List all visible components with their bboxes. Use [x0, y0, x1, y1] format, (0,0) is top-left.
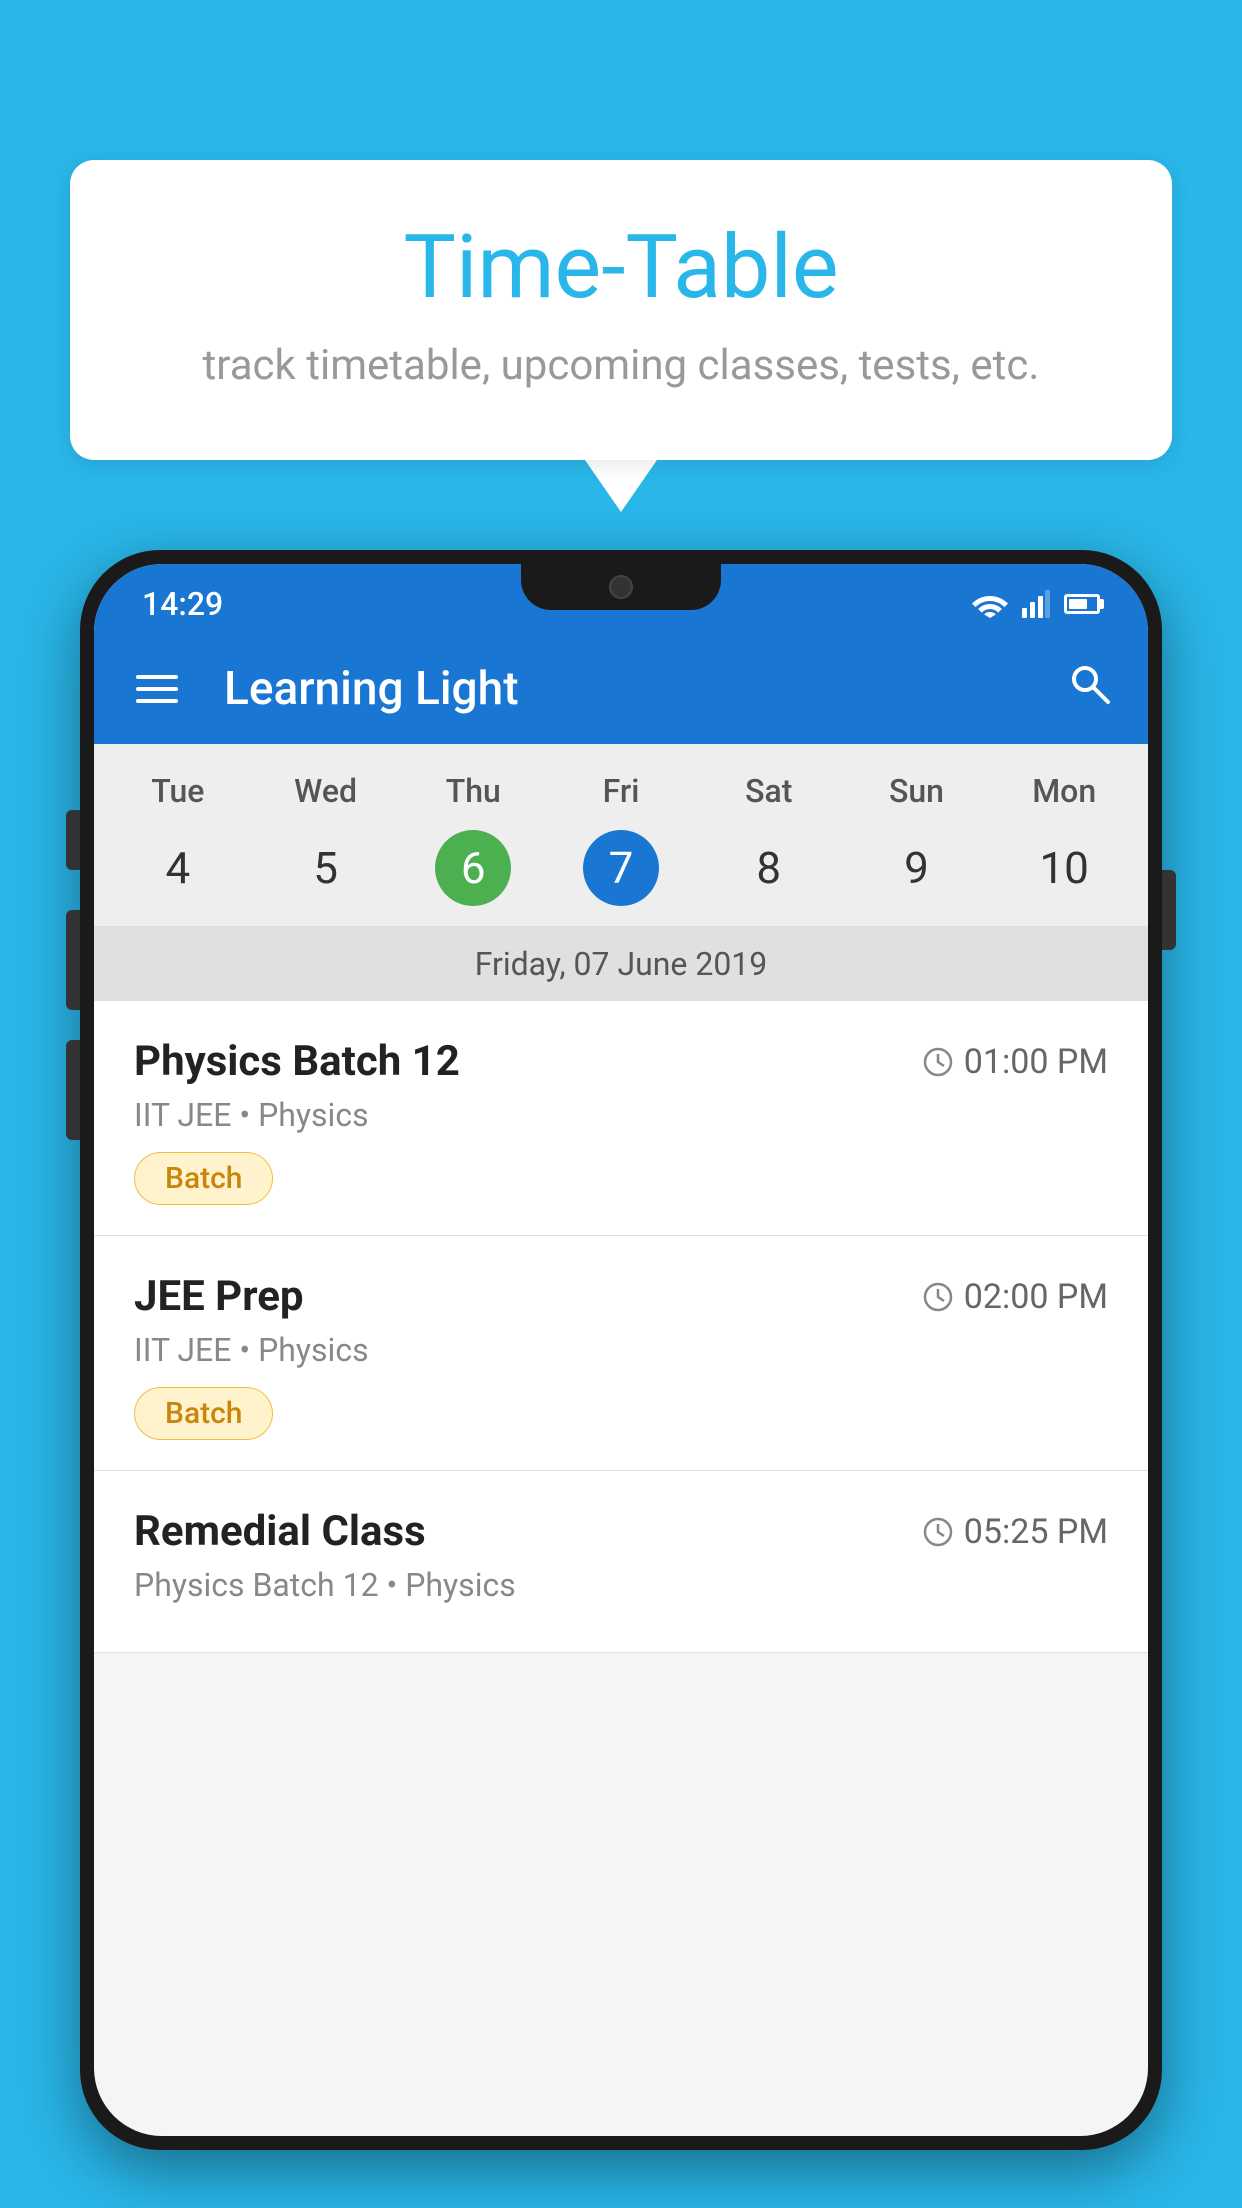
- day-6-today[interactable]: 6: [399, 828, 547, 908]
- wifi-icon: [972, 590, 1008, 618]
- class-list: Physics Batch 12 01:00 PM IIT JEE • Phys…: [94, 1001, 1148, 1653]
- power-button: [1162, 870, 1176, 950]
- day-headers-row: Tue Wed Thu Fri Sat Sun Mon: [94, 744, 1148, 820]
- day-header-mon: Mon: [990, 772, 1138, 810]
- day-5[interactable]: 5: [252, 828, 400, 908]
- class-time-text-3: 05:25 PM: [964, 1512, 1108, 1552]
- class-subject-1: IIT JEE • Physics: [134, 1096, 1108, 1134]
- class-name-2: JEE Prep: [134, 1272, 304, 1321]
- phone-camera: [609, 575, 633, 599]
- day-header-sat: Sat: [695, 772, 843, 810]
- day-header-sun: Sun: [843, 772, 991, 810]
- search-icon[interactable]: [1066, 660, 1112, 718]
- status-time: 14:29: [142, 585, 223, 623]
- bubble-tail: [585, 460, 657, 512]
- silent-button: [66, 1040, 80, 1140]
- class-subject-2: IIT JEE • Physics: [134, 1331, 1108, 1369]
- class-name-1: Physics Batch 12: [134, 1037, 460, 1086]
- phone-notch: [521, 564, 721, 610]
- day-header-thu: Thu: [399, 772, 547, 810]
- class-item-header-1: Physics Batch 12 01:00 PM: [134, 1037, 1108, 1086]
- signal-icon: [1022, 590, 1050, 618]
- class-item-jee-prep[interactable]: JEE Prep 02:00 PM IIT JEE • Physics Batc…: [94, 1236, 1148, 1471]
- phone-screen: 14:29: [94, 564, 1148, 2136]
- class-time-text-1: 01:00 PM: [964, 1042, 1108, 1082]
- day-header-tue: Tue: [104, 772, 252, 810]
- phone-container: 14:29: [80, 550, 1162, 2208]
- class-name-3: Remedial Class: [134, 1507, 426, 1556]
- selected-date-label: Friday, 07 June 2019: [94, 926, 1148, 1001]
- day-header-fri: Fri: [547, 772, 695, 810]
- speech-bubble-card: Time-Table track timetable, upcoming cla…: [70, 160, 1172, 460]
- battery-icon: [1064, 594, 1100, 614]
- volume-up-button: [66, 810, 80, 870]
- batch-tag-1: Batch: [134, 1152, 273, 1205]
- class-item-physics-batch-12[interactable]: Physics Batch 12 01:00 PM IIT JEE • Phys…: [94, 1001, 1148, 1236]
- batch-tag-2: Batch: [134, 1387, 273, 1440]
- app-title: Learning Light: [224, 662, 1036, 716]
- app-bar: Learning Light: [94, 634, 1148, 744]
- class-time-text-2: 02:00 PM: [964, 1277, 1108, 1317]
- day-4[interactable]: 4: [104, 828, 252, 908]
- day-8[interactable]: 8: [695, 828, 843, 908]
- day-10[interactable]: 10: [990, 828, 1138, 908]
- day-header-wed: Wed: [252, 772, 400, 810]
- class-item-header-3: Remedial Class 05:25 PM: [134, 1507, 1108, 1556]
- speech-bubble-section: Time-Table track timetable, upcoming cla…: [70, 160, 1172, 512]
- class-item-remedial[interactable]: Remedial Class 05:25 PM Physics Batch 12…: [94, 1471, 1148, 1653]
- class-time-2: 02:00 PM: [922, 1277, 1108, 1317]
- phone-frame: 14:29: [80, 550, 1162, 2150]
- class-item-header-2: JEE Prep 02:00 PM: [134, 1272, 1108, 1321]
- bubble-title: Time-Table: [150, 220, 1092, 317]
- class-subject-3: Physics Batch 12 • Physics: [134, 1566, 1108, 1604]
- clock-icon-2: [922, 1281, 954, 1313]
- class-time-1: 01:00 PM: [922, 1042, 1108, 1082]
- menu-icon[interactable]: [130, 669, 184, 709]
- bubble-subtitle: track timetable, upcoming classes, tests…: [150, 341, 1092, 390]
- volume-down-button: [66, 910, 80, 1010]
- day-numbers-row: 4 5 6 7 8 9 10: [94, 820, 1148, 926]
- day-9[interactable]: 9: [843, 828, 991, 908]
- status-icons: [972, 590, 1100, 618]
- class-time-3: 05:25 PM: [922, 1512, 1108, 1552]
- day-7-selected[interactable]: 7: [547, 828, 695, 908]
- clock-icon-1: [922, 1046, 954, 1078]
- calendar-section: Tue Wed Thu Fri Sat Sun Mon 4 5 6 7: [94, 744, 1148, 1001]
- clock-icon-3: [922, 1516, 954, 1548]
